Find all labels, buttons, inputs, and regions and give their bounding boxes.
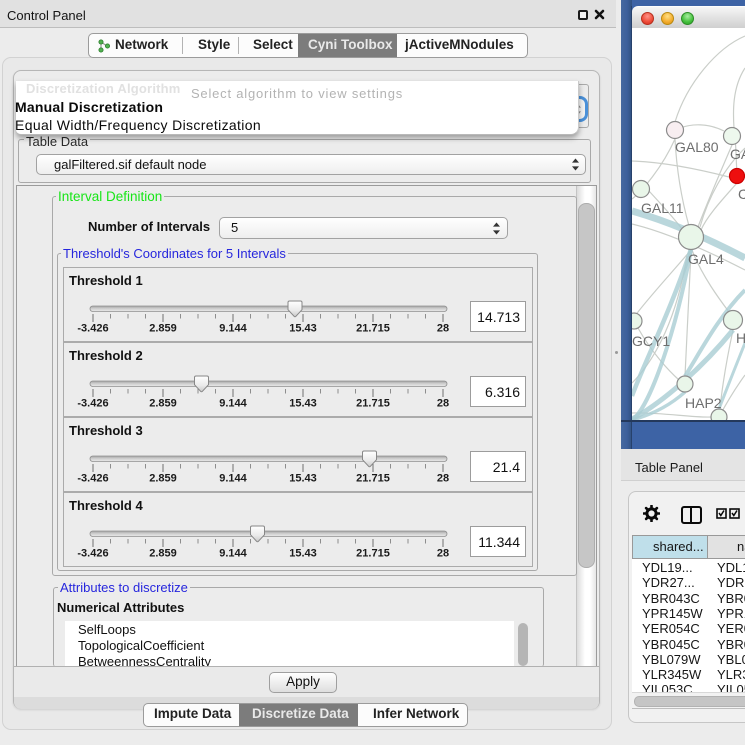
svg-text:-3.426: -3.426 (77, 472, 108, 484)
svg-text:15.43: 15.43 (289, 472, 317, 484)
svg-text:21.715: 21.715 (356, 472, 390, 484)
svg-text:2.859: 2.859 (149, 547, 177, 559)
svg-text:GAL4: GAL4 (688, 251, 724, 267)
svg-text:2.859: 2.859 (149, 472, 177, 484)
svg-text:9.144: 9.144 (219, 472, 247, 484)
svg-text:H: H (736, 330, 745, 346)
svg-text:21.715: 21.715 (356, 547, 390, 559)
svg-text:-3.426: -3.426 (77, 547, 108, 559)
svg-text:28: 28 (437, 322, 449, 334)
svg-text:9.144: 9.144 (219, 397, 247, 409)
svg-text:Threshold 2: Threshold 2 (69, 348, 143, 363)
svg-text:GAL80: GAL80 (675, 139, 719, 155)
svg-text:-3.426: -3.426 (77, 397, 108, 409)
svg-text:GCY1: GCY1 (632, 333, 670, 349)
svg-text:15.43: 15.43 (289, 547, 317, 559)
svg-text:15.43: 15.43 (289, 322, 317, 334)
svg-text:Threshold 1: Threshold 1 (69, 273, 143, 288)
svg-text:-3.426: -3.426 (77, 322, 108, 334)
svg-text:HAP2: HAP2 (685, 395, 722, 411)
svg-text:28: 28 (437, 472, 449, 484)
svg-text:21.715: 21.715 (356, 397, 390, 409)
svg-text:C: C (738, 186, 745, 202)
svg-text:28: 28 (437, 547, 449, 559)
svg-text:2.859: 2.859 (149, 397, 177, 409)
svg-text:9.144: 9.144 (219, 547, 247, 559)
svg-text:15.43: 15.43 (289, 397, 317, 409)
svg-text:Threshold 3: Threshold 3 (69, 423, 143, 438)
svg-text:GAL11: GAL11 (641, 200, 684, 216)
svg-text:21.715: 21.715 (356, 322, 390, 334)
svg-text:9.144: 9.144 (219, 322, 247, 334)
svg-text:Threshold 4: Threshold 4 (69, 498, 143, 513)
svg-text:28: 28 (437, 397, 449, 409)
svg-text:GA: GA (730, 146, 745, 162)
svg-text:2.859: 2.859 (149, 322, 177, 334)
